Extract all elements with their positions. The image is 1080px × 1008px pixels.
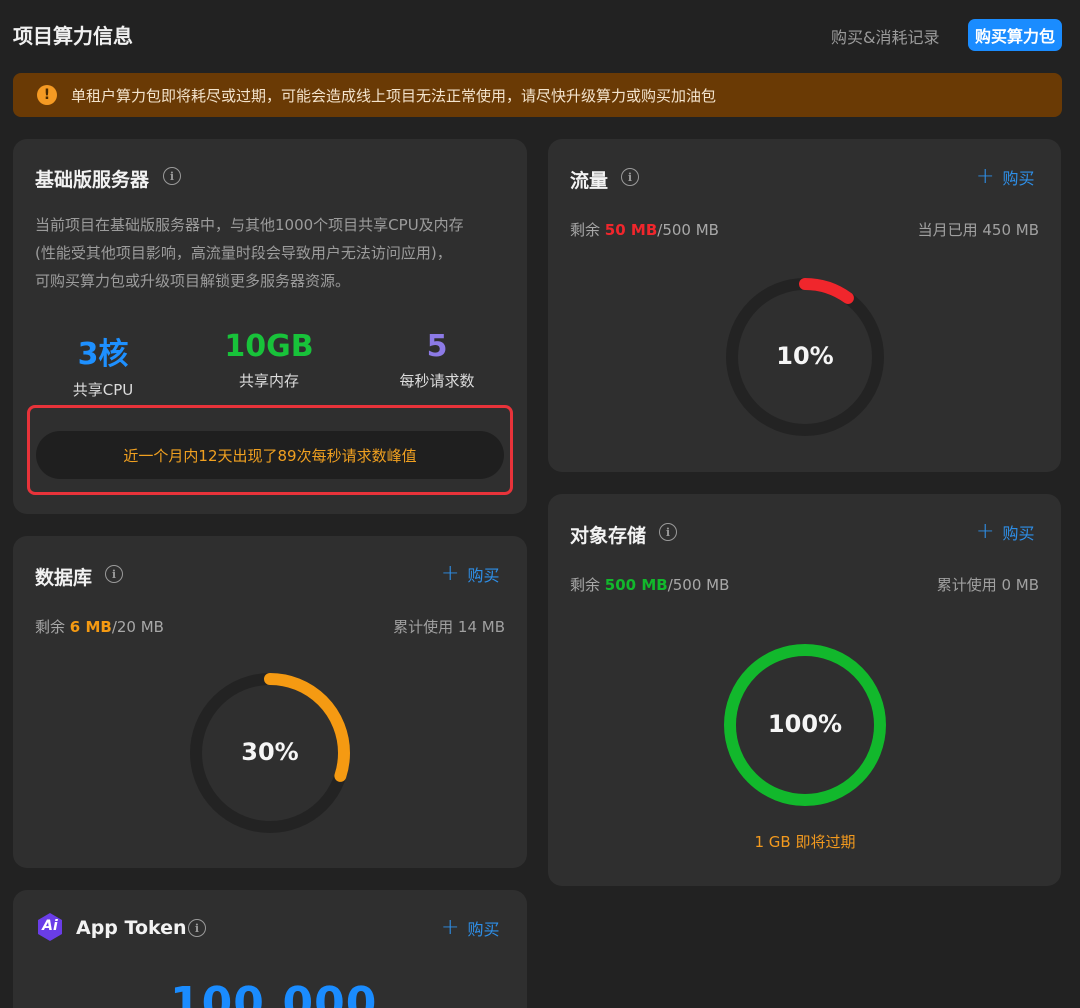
traffic-percent: 10% — [776, 342, 834, 370]
page-title: 项目算力信息 — [13, 24, 133, 48]
buy-label: 购买 — [467, 920, 500, 939]
total-value: /500 MB — [657, 221, 719, 239]
remaining-value: 50 MB — [604, 221, 658, 239]
object-storage-remaining: 剩余 500 MB/500 MB — [570, 574, 729, 595]
traffic-buy-link[interactable]: + 购买 — [976, 165, 1034, 189]
records-link[interactable]: 购买&消耗记录 — [831, 24, 939, 48]
app-token-title: App Token — [76, 917, 187, 939]
base-server-title: 基础版服务器 — [35, 169, 150, 191]
metric-cpu: 3核 共享CPU — [23, 329, 183, 400]
traffic-remaining: 剩余 50 MB/500 MB — [570, 219, 719, 240]
database-percent: 30% — [241, 738, 299, 766]
app-token-value: 100,000 — [170, 978, 378, 1008]
plus-icon: + — [976, 519, 995, 544]
metric-rps: 5 每秒请求数 — [357, 329, 517, 391]
metric-label: 共享CPU — [72, 381, 134, 399]
metric-value: 3核 — [77, 337, 129, 372]
remaining-value: 500 MB — [604, 576, 668, 594]
remaining-value: 6 MB — [69, 618, 112, 636]
buy-label: 购买 — [467, 566, 500, 585]
database-title: 数据库 — [35, 567, 93, 589]
description-line: 可购买算力包或升级项目解锁更多服务器资源。 — [35, 272, 351, 290]
peak-notice[interactable]: 近一个月内12天出现了89次每秒请求数峰值 — [36, 431, 504, 479]
exclamation-icon: ! — [37, 85, 57, 105]
remaining-label: 剩余 — [570, 221, 601, 239]
traffic-card: 流量 i + 购买 剩余 50 MB/500 MB 当月已用 450 MB 10… — [548, 139, 1061, 472]
buy-label: 购买 — [1002, 169, 1035, 188]
object-storage-card: 对象存储 i + 购买 剩余 500 MB/500 MB 累计使用 0 MB 1… — [548, 494, 1061, 886]
info-icon[interactable]: i — [105, 565, 123, 583]
remaining-label: 剩余 — [35, 618, 66, 636]
plus-icon: + — [441, 561, 460, 586]
metric-label: 共享内存 — [238, 372, 299, 390]
app-token-card: Ai App Token i + 购买 100,000 — [13, 890, 527, 1008]
buy-label: 购买 — [1002, 524, 1035, 543]
warning-banner: ! 单租户算力包即将耗尽或过期，可能会造成线上项目无法正常使用，请尽快升级算力或… — [13, 73, 1062, 117]
base-server-card: 基础版服务器 i 当前项目在基础版服务器中，与其他1000个项目共享CPU及内存… — [13, 139, 527, 514]
info-icon[interactable]: i — [659, 523, 677, 541]
total-value: /20 MB — [111, 618, 164, 636]
description-line: (性能受其他项目影响，高流量时段会导致用户无法访问应用)， — [35, 244, 452, 262]
database-used: 累计使用 14 MB — [393, 618, 505, 636]
database-card: 数据库 i + 购买 剩余 6 MB/20 MB 累计使用 14 MB 30% — [13, 536, 527, 868]
base-server-description: 当前项目在基础版服务器中，与其他1000个项目共享CPU及内存 (性能受其他项目… — [35, 211, 515, 295]
metric-value: 10GB — [224, 329, 314, 364]
info-icon[interactable]: i — [621, 168, 639, 186]
traffic-title: 流量 — [570, 170, 609, 192]
description-line: 当前项目在基础版服务器中，与其他1000个项目共享CPU及内存 — [35, 216, 464, 234]
remaining-label: 剩余 — [570, 576, 601, 594]
database-buy-link[interactable]: + 购买 — [441, 562, 499, 586]
object-storage-used: 累计使用 0 MB — [936, 576, 1039, 594]
app-token-buy-link[interactable]: + 购买 — [441, 916, 499, 940]
object-storage-buy-link[interactable]: + 购买 — [976, 520, 1034, 544]
metric-memory: 10GB 共享内存 — [189, 329, 349, 391]
object-storage-title: 对象存储 — [570, 525, 647, 547]
plus-icon: + — [441, 915, 460, 940]
metric-label: 每秒请求数 — [399, 372, 475, 390]
info-icon[interactable]: i — [188, 919, 206, 937]
object-storage-percent: 100% — [767, 710, 843, 738]
metric-value: 5 — [426, 329, 448, 364]
traffic-used: 当月已用 450 MB — [917, 221, 1039, 239]
info-icon[interactable]: i — [163, 167, 181, 185]
total-value: /500 MB — [667, 576, 730, 594]
ai-logo-text: Ai — [42, 918, 58, 934]
plus-icon: + — [976, 164, 995, 189]
warning-text: 单租户算力包即将耗尽或过期，可能会造成线上项目无法正常使用，请尽快升级算力或购买… — [71, 86, 717, 105]
database-remaining: 剩余 6 MB/20 MB — [35, 616, 164, 637]
page: 项目算力信息 购买&消耗记录 购买算力包 ! 单租户算力包即将耗尽或过期，可能会… — [0, 0, 1080, 1008]
expire-note: 1 GB 即将过期 — [754, 833, 856, 851]
buy-compute-button[interactable]: 购买算力包 — [968, 19, 1062, 51]
